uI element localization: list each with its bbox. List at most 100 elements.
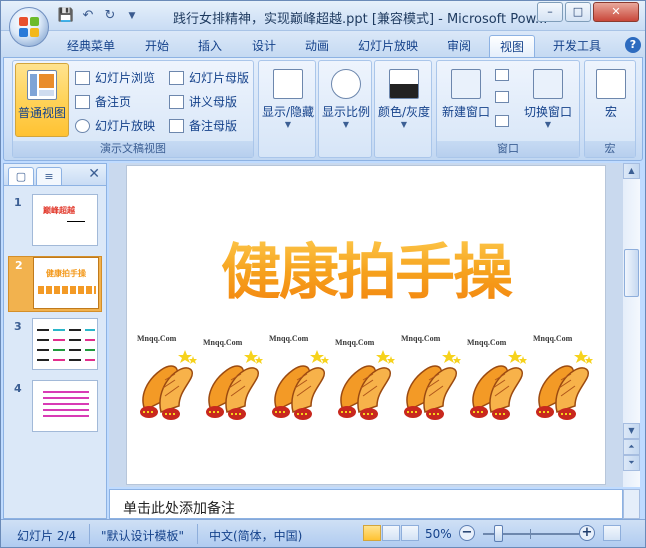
notes-page-button[interactable]: 备注页 <box>75 91 131 113</box>
slide-thumbnail-2[interactable]: 2 健康拍手操 <box>8 256 102 312</box>
close-button[interactable]: ✕ <box>593 2 639 22</box>
slide-sorter-icon <box>75 71 90 85</box>
save-icon[interactable]: 💾 <box>57 8 75 24</box>
slide-number: 3 <box>14 320 22 333</box>
group-zoom: 显示比例 ▼ <box>318 60 372 158</box>
minimize-button[interactable]: – <box>537 2 563 22</box>
slide-thumb <box>32 318 98 370</box>
tab-review[interactable]: 审阅 <box>439 35 479 58</box>
slide-counter: 幻灯片 2/4 <box>17 529 77 543</box>
zoom-slider-midpoint <box>530 529 531 539</box>
macros-icon <box>596 69 626 99</box>
group-label-presentation-views: 演示文稿视图 <box>13 141 253 157</box>
chevron-down-icon[interactable]: ▼ <box>123 8 141 24</box>
zoom-slider-thumb[interactable] <box>494 525 503 542</box>
scrollbar-thumb[interactable] <box>624 249 639 297</box>
new-window-button[interactable]: 新建窗口 <box>438 63 494 137</box>
slide-title[interactable]: 健康拍手操 <box>127 224 605 311</box>
group-label-macros: 宏 <box>585 141 635 157</box>
normal-view-label: 普通视图 <box>17 106 66 120</box>
close-pane-icon[interactable]: ✕ <box>88 166 100 182</box>
macros-button[interactable]: 宏 <box>586 63 636 137</box>
slide-sorter-button[interactable]: 幻灯片浏览 <box>75 67 155 89</box>
slide-number: 2 <box>15 259 23 272</box>
help-icon[interactable]: ? <box>625 37 641 53</box>
vertical-scrollbar[interactable]: ▲ ▼ ⏶ ⏷ <box>623 163 640 487</box>
dropdown-arrow-icon: ▼ <box>284 120 292 129</box>
slide-thumbnail-3[interactable]: 3 <box>8 318 102 374</box>
fit-to-window-icon[interactable] <box>603 525 621 541</box>
new-window-label: 新建窗口 <box>441 105 490 119</box>
zoom-button[interactable]: 显示比例 ▼ <box>320 63 372 155</box>
slide-editing-area: 健康拍手操 Mnqq.Com Mnqq.Com Mnqq.Com Mnqq.Com Mn… <box>109 163 623 487</box>
tab-animations[interactable]: 动画 <box>297 35 337 58</box>
slide-thumbnail-4[interactable]: 4 <box>8 380 102 436</box>
notes-pane[interactable]: 单击此处添加备注 <box>109 489 623 519</box>
slide-number: 4 <box>14 382 22 395</box>
tab-insert[interactable]: 插入 <box>190 35 230 58</box>
color-grayscale-label: 颜色/灰度 <box>377 105 431 119</box>
notes-placeholder: 单击此处添加备注 <box>123 501 235 517</box>
office-button[interactable] <box>9 7 49 47</box>
notes-page-label: 备注页 <box>95 95 132 109</box>
move-split-icon[interactable] <box>495 115 509 127</box>
language-indicator[interactable]: 中文(简体，中国) <box>209 527 302 544</box>
theme-name[interactable]: "默认设计模板" <box>101 527 184 544</box>
redo-icon[interactable]: ↻ <box>101 8 119 24</box>
ribbon-tabs: 经典菜单 开始 插入 设计 动画 幻灯片放映 审阅 视图 开发工具 ? <box>1 31 645 58</box>
cascade-icon[interactable] <box>495 91 509 103</box>
slide-canvas[interactable]: 健康拍手操 Mnqq.Com Mnqq.Com Mnqq.Com Mnqq.Com Mn… <box>126 165 606 485</box>
clapping-hands-icon: Mnqq.Com <box>135 334 201 424</box>
handout-master-label: 讲义母版 <box>189 95 238 109</box>
slide-master-button[interactable]: 幻灯片母版 <box>169 67 249 89</box>
next-slide-icon[interactable]: ⏷ <box>623 455 640 471</box>
dropdown-arrow-icon: ▼ <box>400 120 408 129</box>
zoom-in-icon[interactable]: + <box>579 525 595 541</box>
show-hide-button[interactable]: 显示/隐藏 ▼ <box>260 63 316 155</box>
slide-thumb: 健康拍手操 <box>33 257 99 309</box>
notes-scrollbar[interactable] <box>623 489 640 519</box>
switch-windows-icon <box>533 69 563 99</box>
notes-master-button[interactable]: 备注母版 <box>169 115 237 137</box>
normal-view-button[interactable]: 普通视图 <box>15 63 69 137</box>
thumb-text-lines <box>43 391 89 421</box>
outline-tab-icon[interactable]: ≡ <box>36 167 62 185</box>
tab-view[interactable]: 视图 <box>489 35 535 58</box>
tab-slide-show[interactable]: 幻灯片放映 <box>351 35 425 58</box>
ribbon: 普通视图 幻灯片浏览 备注页 幻灯片放映 幻灯片母版 讲义母版 备注母版 演示文… <box>3 57 643 161</box>
slide-show-status-icon[interactable] <box>401 525 419 541</box>
zoom-level[interactable]: 50% <box>425 527 452 541</box>
zoom-label: 显示比例 <box>321 105 370 119</box>
status-divider <box>89 524 90 544</box>
handout-master-button[interactable]: 讲义母版 <box>169 91 237 113</box>
switch-windows-button[interactable]: 切换窗口 ▼ <box>517 63 579 137</box>
tab-classic-menu[interactable]: 经典菜单 <box>59 35 123 58</box>
tab-home[interactable]: 开始 <box>137 35 177 58</box>
scroll-down-icon[interactable]: ▼ <box>623 423 640 439</box>
normal-view-status-icon[interactable] <box>363 525 381 541</box>
previous-slide-icon[interactable]: ⏶ <box>623 439 640 455</box>
group-macros: 宏 宏 <box>584 60 636 158</box>
slide-sorter-status-icon[interactable] <box>382 525 400 541</box>
arrange-all-icon[interactable] <box>495 69 509 81</box>
notes-master-icon <box>169 119 184 133</box>
scroll-up-icon[interactable]: ▲ <box>623 163 640 179</box>
slides-tab-icon[interactable]: ▢ <box>8 167 34 185</box>
slide-show-button[interactable]: 幻灯片放映 <box>75 115 155 137</box>
tab-developer[interactable]: 开发工具 <box>545 35 609 58</box>
zoom-out-icon[interactable]: − <box>459 525 475 541</box>
thumb-line <box>37 329 95 331</box>
switch-windows-label: 切换窗口 <box>523 105 572 119</box>
color-grayscale-button[interactable]: 颜色/灰度 ▼ <box>376 63 432 155</box>
maximize-button[interactable]: □ <box>565 2 591 22</box>
status-bar: 幻灯片 2/4 "默认设计模板" 中文(简体，中国) 50% − + <box>1 519 645 547</box>
slide-thumbnail-1[interactable]: 1 巅峰超越 <box>8 194 102 250</box>
clapping-hands-icon: Mnqq.Com <box>333 334 399 424</box>
group-show-hide: 显示/隐藏 ▼ <box>258 60 316 158</box>
undo-icon[interactable]: ↶ <box>79 8 97 24</box>
tab-design[interactable]: 设计 <box>244 35 284 58</box>
clapping-hands-row: Mnqq.Com Mnqq.Com Mnqq.Com Mnqq.Com Mnqq.Com… <box>135 334 605 424</box>
show-hide-label: 显示/隐藏 <box>261 105 315 119</box>
magnifier-icon <box>331 69 361 99</box>
thumb-title: 健康拍手操 <box>46 269 86 278</box>
